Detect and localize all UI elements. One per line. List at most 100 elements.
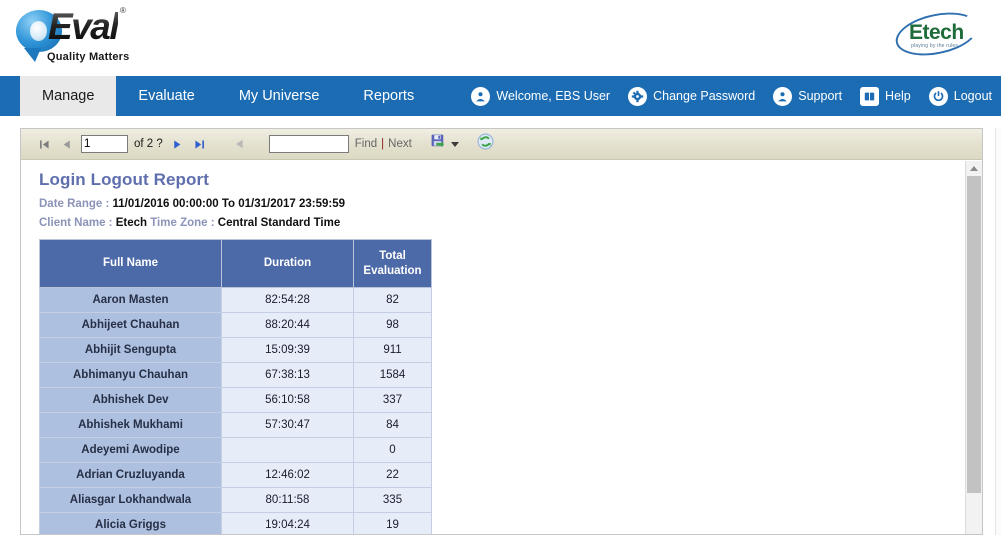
cell-total-evaluation: 335 <box>353 487 432 513</box>
cell-total-evaluation: 22 <box>353 462 432 488</box>
chevron-down-icon[interactable] <box>450 141 459 147</box>
report-body: Login Logout Report Date Range : 11/01/2… <box>21 160 982 534</box>
table-header-row: Full Name Duration Total Evaluation <box>39 239 432 288</box>
etech-logo: Etech playing by the rules <box>891 5 983 63</box>
table-row: Abhijit Sengupta 15:09:39 911 <box>39 337 432 363</box>
last-page-icon[interactable] <box>189 133 211 155</box>
report-viewer-frame: of 2 ? Find | Next <box>20 128 983 535</box>
cell-full-name: Abhishek Mukhami <box>39 412 222 438</box>
cell-total-evaluation: 82 <box>353 287 432 313</box>
cell-duration: 80:11:58 <box>221 487 354 513</box>
nav-left-spacer <box>0 76 20 116</box>
qeval-logo-tagline: Quality Matters <box>47 51 130 63</box>
cell-total-evaluation: 98 <box>353 312 432 338</box>
logout-item[interactable]: Logout <box>920 86 1001 106</box>
help-label: Help <box>885 89 911 103</box>
table-row: Abhishek Dev 56:10:58 337 <box>39 387 432 413</box>
scroll-up-arrow-icon[interactable] <box>966 161 982 176</box>
cell-duration: 67:38:13 <box>221 362 354 388</box>
page-count-label: of 2 ? <box>134 138 163 150</box>
table-row: Adeyemi Awodipe 0 <box>39 437 432 463</box>
table-header: Full Name Duration Total Evaluation <box>39 239 432 288</box>
tab-reports[interactable]: Reports <box>341 76 436 116</box>
table-body: Aaron Masten 82:54:28 82 Abhijeet Chauhan 88… <box>39 287 432 534</box>
first-page-icon[interactable] <box>33 133 55 155</box>
column-header-total-line1: Total <box>379 250 406 263</box>
find-separator: | <box>381 138 385 150</box>
date-range-line: Date Range : 11/01/2016 00:00:00 To 01/3… <box>39 198 982 210</box>
find-input[interactable] <box>268 135 349 153</box>
cell-full-name: Aliasgar Lokhandwala <box>39 487 222 513</box>
report-toolbar: of 2 ? Find | Next <box>21 129 982 160</box>
cell-total-evaluation: 337 <box>353 387 432 413</box>
change-password-item[interactable]: Change Password <box>619 86 764 106</box>
client-name-value: Etech <box>115 217 148 229</box>
cell-full-name: Adeyemi Awodipe <box>39 437 222 463</box>
cell-full-name: Adrian Cruzluyanda <box>39 462 222 488</box>
report-vertical-scrollbar[interactable] <box>965 161 982 534</box>
cell-duration: 82:54:28 <box>221 287 354 313</box>
main-navigation-bar: Manage Evaluate My Universe Reports Welc… <box>0 76 1001 116</box>
column-header-duration[interactable]: Duration <box>221 239 354 288</box>
table-row: Alicia Griggs 19:04:24 19 <box>39 512 432 534</box>
qeval-logo-wordmark: Eval <box>48 6 120 47</box>
support-label: Support <box>798 89 843 103</box>
cell-duration: 12:46:02 <box>221 462 354 488</box>
tab-evaluate[interactable]: Evaluate <box>116 76 216 116</box>
power-icon <box>928 86 948 106</box>
support-item[interactable]: Support <box>764 86 851 106</box>
user-headset-icon <box>773 86 793 106</box>
login-logout-table: Full Name Duration Total Evaluation Aaro… <box>39 239 432 534</box>
cell-full-name: Abhimanyu Chauhan <box>39 362 222 388</box>
refresh-button[interactable] <box>477 133 494 155</box>
user-icon <box>471 86 491 106</box>
cell-total-evaluation: 0 <box>353 437 432 463</box>
time-zone-value: Central Standard Time <box>217 217 341 229</box>
settings-gear-icon <box>628 86 648 106</box>
page-header: Eval ® Quality Matters Etech playing by … <box>0 0 1001 76</box>
cell-total-evaluation: 19 <box>353 512 432 534</box>
scroll-thumb[interactable] <box>967 176 981 493</box>
tab-manage[interactable]: Manage <box>20 76 117 116</box>
export-save-icon <box>430 133 447 155</box>
column-header-full-name[interactable]: Full Name <box>39 239 222 288</box>
cell-duration: 57:30:47 <box>221 412 354 438</box>
table-row: Adrian Cruzluyanda 12:46:02 22 <box>39 462 432 488</box>
cell-full-name: Abhijit Sengupta <box>39 337 222 363</box>
refresh-icon <box>477 133 494 155</box>
cell-total-evaluation: 911 <box>353 337 432 363</box>
next-page-icon[interactable] <box>167 133 189 155</box>
account-menu-group: Welcome, EBS User Change Password Suppor… <box>462 76 1001 116</box>
client-name-label: Client Name : <box>39 217 113 229</box>
etech-logo-wordmark: Etech <box>909 21 964 44</box>
client-timezone-line: Client Name : Etech Time Zone : Central … <box>39 217 982 229</box>
column-header-total-line2: Evaluation <box>363 264 422 277</box>
page-scrollbar-track[interactable] <box>995 128 1001 535</box>
table-row: Abhijeet Chauhan 88:20:44 98 <box>39 312 432 338</box>
cell-full-name: Abhishek Dev <box>39 387 222 413</box>
find-link[interactable]: Find <box>355 138 377 150</box>
help-item[interactable]: Help <box>851 86 920 106</box>
welcome-user-item[interactable]: Welcome, EBS User <box>462 86 619 106</box>
logout-label: Logout <box>953 89 992 103</box>
export-button[interactable] <box>430 133 459 155</box>
previous-page-icon[interactable] <box>55 133 77 155</box>
page-number-input[interactable] <box>81 135 128 153</box>
table-row: Abhishek Mukhami 57:30:47 84 <box>39 412 432 438</box>
table-row: Aliasgar Lokhandwala 80:11:58 335 <box>39 487 432 513</box>
tab-my-universe[interactable]: My Universe <box>217 76 342 116</box>
date-range-value: 11/01/2016 00:00:00 To 01/31/2017 23:59:… <box>112 198 346 210</box>
cell-full-name: Alicia Griggs <box>39 512 222 534</box>
page-title: Login Logout Report <box>39 170 209 189</box>
change-password-label: Change Password <box>653 89 756 103</box>
cell-full-name: Aaron Masten <box>39 287 222 313</box>
cell-full-name: Abhijeet Chauhan <box>39 312 222 338</box>
column-header-total-evaluation[interactable]: Total Evaluation <box>353 239 432 288</box>
cell-duration: 15:09:39 <box>221 337 354 363</box>
find-next-link[interactable]: Next <box>388 138 412 150</box>
etech-logo-tagline: playing by the rules <box>911 43 959 49</box>
table-row: Aaron Masten 82:54:28 82 <box>39 287 432 313</box>
back-arrow-icon[interactable] <box>229 133 251 155</box>
cell-duration: 88:20:44 <box>221 312 354 338</box>
time-zone-label: Time Zone : <box>150 217 215 229</box>
